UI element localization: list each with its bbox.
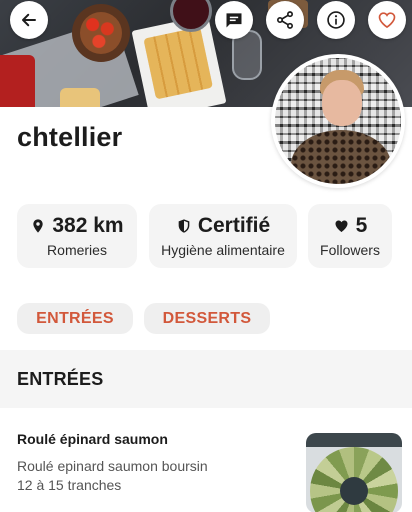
recipe-description-line: 12 à 15 tranches	[17, 477, 122, 493]
message-icon	[226, 13, 242, 28]
username: chtellier	[17, 122, 123, 152]
profile-photo	[275, 58, 401, 184]
stat-label: Romeries	[47, 242, 107, 258]
recipe-title[interactable]: Roulé épinard saumon	[17, 431, 168, 447]
avatar	[271, 54, 405, 188]
info-button[interactable]	[317, 1, 355, 39]
stat-value: 5	[355, 214, 368, 237]
info-icon	[327, 11, 345, 29]
back-arrow-icon	[22, 13, 36, 27]
location-pin-icon	[33, 219, 44, 233]
stat-value: 382 km	[52, 214, 124, 237]
heart-icon	[378, 12, 396, 29]
share-button[interactable]	[266, 1, 304, 39]
category-chip-desserts[interactable]: DESSERTS	[144, 303, 270, 334]
stat-label: Hygiène alimentaire	[161, 242, 285, 258]
stat-label: Followers	[320, 242, 380, 258]
favorite-button[interactable]	[368, 1, 406, 39]
shield-icon	[178, 219, 190, 233]
recipe-description-line: Roulé epinard saumon boursin	[17, 458, 208, 474]
message-button[interactable]	[215, 1, 253, 39]
stat-value: Certifié	[197, 214, 271, 237]
share-icon	[277, 11, 293, 29]
section-title: ENTRÉES	[17, 369, 104, 389]
stat-certification: Certifié Hygiène alimentaire	[149, 204, 297, 268]
recipe-thumbnail[interactable]	[306, 433, 402, 512]
back-button[interactable]	[10, 1, 48, 39]
stat-followers[interactable]: 5 Followers	[308, 204, 392, 268]
stat-distance: 382 km Romeries	[17, 204, 137, 268]
recipe-description: Roulé epinard saumon boursin 12 à 15 tra…	[17, 457, 208, 495]
heart-filled-icon	[335, 220, 348, 232]
category-chip-entrees[interactable]: ENTRÉES	[17, 303, 133, 334]
